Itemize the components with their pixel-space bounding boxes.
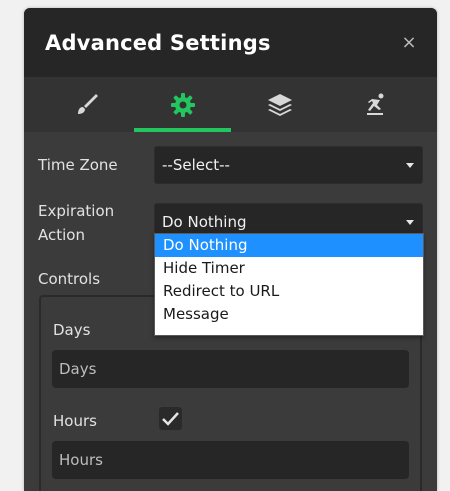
skater-icon [363, 92, 389, 118]
expiration-action-label-line2: Action [38, 226, 85, 244]
layers-icon [266, 92, 294, 118]
hours-label: Hours [53, 412, 97, 430]
time-zone-select[interactable]: --Select-- [154, 146, 423, 184]
expiration-action-dropdown: Do Nothing Hide Timer Redirect to URL Me… [154, 233, 424, 336]
dialog-header: Advanced Settings × [24, 8, 437, 77]
tab-settings[interactable] [134, 77, 231, 132]
option-message[interactable]: Message [155, 303, 423, 326]
gear-icon [170, 92, 196, 118]
tab-layers[interactable] [231, 77, 328, 132]
days-input[interactable]: Days [52, 350, 409, 388]
hours-input[interactable]: Hours [52, 441, 409, 479]
time-zone-label: Time Zone [38, 156, 118, 174]
option-do-nothing[interactable]: Do Nothing [155, 234, 423, 257]
tab-style[interactable] [38, 77, 135, 132]
paintbrush-icon [74, 92, 100, 118]
expiration-action-value: Do Nothing [162, 213, 247, 231]
controls-label: Controls [38, 270, 101, 288]
caret-down-icon [406, 220, 414, 225]
hours-checkbox[interactable] [159, 407, 182, 430]
time-zone-value: --Select-- [162, 156, 230, 174]
option-redirect-to-url[interactable]: Redirect to URL [155, 280, 423, 303]
checkmark-icon [162, 412, 179, 426]
option-hide-timer[interactable]: Hide Timer [155, 257, 423, 280]
tab-bar [24, 77, 437, 132]
days-label: Days [53, 321, 91, 339]
caret-down-icon [406, 163, 414, 168]
close-icon[interactable]: × [401, 34, 417, 52]
tab-animation[interactable] [327, 77, 424, 132]
expiration-action-label-line1: Expiration [38, 202, 115, 220]
dialog-title: Advanced Settings [45, 31, 271, 55]
